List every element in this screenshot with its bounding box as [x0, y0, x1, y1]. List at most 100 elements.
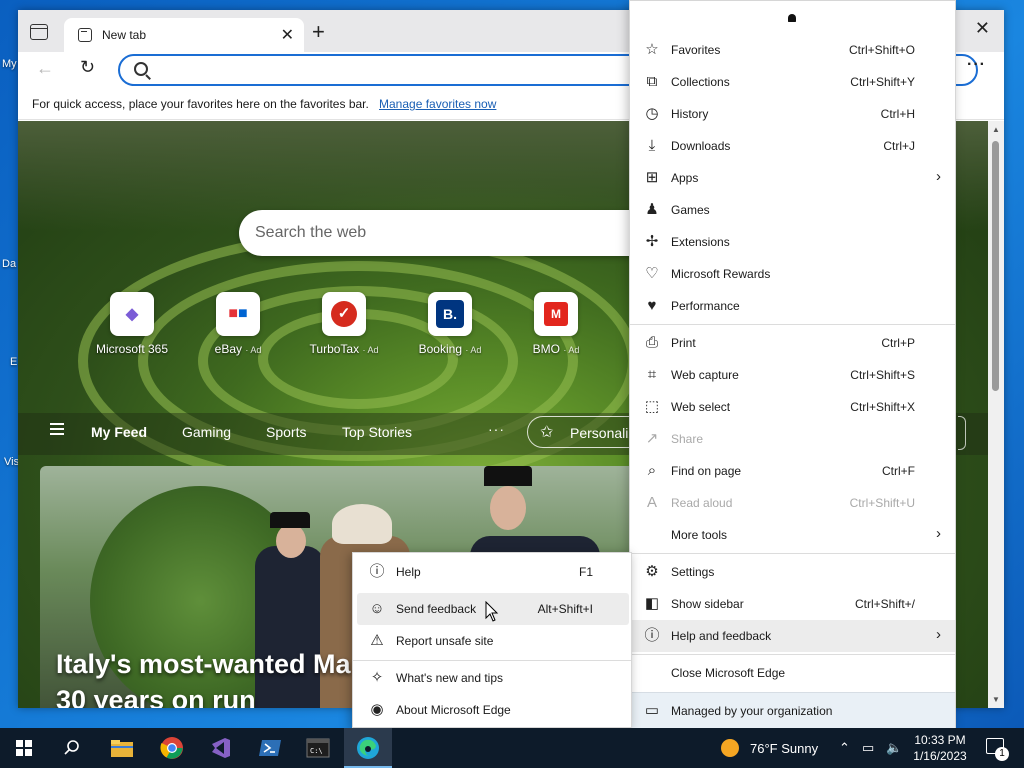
page-scrollbar[interactable]: ▲ ▼	[988, 121, 1004, 708]
volume-icon[interactable]: 🔈	[886, 740, 902, 756]
menu-item-history[interactable]: ◷ History Ctrl+H	[630, 98, 955, 130]
submenu-item-label: Report unsafe site	[396, 634, 494, 648]
back-arrow-icon[interactable]: ←	[36, 58, 54, 79]
web-search-box[interactable]: Search the web	[239, 210, 659, 256]
tab-my-feed[interactable]: My Feed	[91, 424, 147, 440]
submenu-item-label: What's new and tips	[396, 671, 504, 685]
quick-link-ebay[interactable]: ■ ■ eBay · Ad	[193, 292, 283, 356]
desktop-icon-label[interactable]: Da	[2, 258, 16, 270]
help-icon: ⓘ	[644, 627, 660, 644]
menu-item-more-tools[interactable]: More tools ›	[630, 519, 955, 551]
submenu-item-about-edge[interactable]: ◉ About Microsoft Edge	[357, 694, 629, 726]
scroll-up-arrow-icon[interactable]: ▲	[992, 125, 1000, 134]
menu-item-shortcut: Ctrl+H	[880, 107, 915, 121]
submenu-item-shortcut: F1	[578, 565, 593, 579]
menu-item-help-and-feedback[interactable]: ⓘ Help and feedback ›	[630, 620, 955, 652]
read-aloud-icon: A	[646, 494, 657, 511]
more-feed-tabs-icon[interactable]: ···	[488, 421, 505, 437]
windows-start-icon[interactable]	[16, 740, 32, 756]
menu-item-settings[interactable]: ⚙ Settings	[630, 556, 955, 588]
search-icon[interactable]	[58, 734, 86, 762]
terminal-icon[interactable]: C:\	[304, 734, 332, 762]
scroll-down-arrow-icon[interactable]: ▼	[992, 695, 1000, 704]
settings-icon: ⚙	[645, 563, 659, 580]
submenu-item-report-unsafe-site[interactable]: ⚠ Report unsafe site	[357, 625, 629, 657]
clock-date[interactable]: 1/16/2023	[908, 749, 972, 763]
menu-item-read-aloud[interactable]: A Read aloud Ctrl+Shift+U	[630, 487, 955, 519]
booking-icon: B.	[428, 292, 472, 336]
feed-control-fragment[interactable]	[958, 416, 966, 450]
help-and-feedback-submenu: ⓘ Help F1 ☺ Send feedback Alt+Shift+I ⚠ …	[352, 552, 632, 728]
file-explorer-icon[interactable]	[108, 734, 136, 762]
menu-item-label: Games	[671, 203, 710, 217]
scroll-thumb[interactable]	[992, 141, 999, 391]
menu-item-extensions[interactable]: ✢ Extensions	[630, 226, 955, 258]
news-image-figure	[490, 486, 526, 530]
menu-item-downloads[interactable]: ⤓ Downloads Ctrl+J	[630, 130, 955, 162]
menu-item-web-capture[interactable]: ⌗ Web capture Ctrl+Shift+S	[630, 359, 955, 391]
settings-and-more-menu: ☆ Favorites Ctrl+Shift+O ⧉ Collections C…	[629, 0, 956, 729]
menu-item-label: Web capture	[671, 368, 739, 382]
more-options-icon[interactable]: ···	[967, 56, 986, 74]
favorites-icon: ☆	[645, 41, 659, 58]
ad-badge: · Ad	[563, 345, 580, 355]
favorites-bar-hint: For quick access, place your favorites h…	[32, 97, 369, 111]
hamburger-menu-icon[interactable]	[50, 423, 64, 435]
desktop-icon-label[interactable]: E	[10, 356, 17, 368]
menu-item-apps[interactable]: ⊞ Apps ›	[630, 162, 955, 194]
sparkle-icon: ✩	[540, 424, 554, 441]
window-close-button[interactable]: ✕	[975, 18, 990, 39]
menu-item-close-edge[interactable]: Close Microsoft Edge	[630, 657, 955, 689]
tab-sports[interactable]: Sports	[266, 424, 306, 440]
menu-item-label: Print	[671, 336, 696, 350]
menu-item-show-sidebar[interactable]: ◧ Show sidebar Ctrl+Shift+/	[630, 588, 955, 620]
tab-new-tab[interactable]: New tab ✕	[64, 18, 304, 52]
menu-item-microsoft-rewards[interactable]: ♡ Microsoft Rewards	[630, 258, 955, 290]
extensions-icon: ✢	[645, 233, 659, 250]
menu-item-games[interactable]: ♟ Games	[630, 194, 955, 226]
quick-link-turbotax[interactable]: ✓ TurboTax · Ad	[299, 292, 389, 356]
refresh-icon[interactable]: ↻	[80, 57, 95, 78]
chevron-right-icon: ›	[936, 525, 941, 542]
menu-item-label: Help and feedback	[671, 629, 772, 643]
tab-close-icon[interactable]: ✕	[281, 25, 294, 45]
powershell-icon[interactable]	[256, 734, 284, 762]
quick-link-bmo[interactable]: M BMO · Ad	[511, 292, 601, 356]
feedback-icon: ☺	[369, 600, 385, 617]
web-search-placeholder: Search the web	[255, 224, 367, 241]
weather-text[interactable]: 76°F Sunny	[750, 741, 818, 756]
tab-actions-icon[interactable]	[30, 24, 48, 40]
clock-time[interactable]: 10:33 PM	[908, 733, 972, 747]
tray-chevron-up-icon[interactable]: ⌃	[839, 740, 850, 756]
menu-item-find-on-page[interactable]: ⌕ Find on page Ctrl+F	[630, 455, 955, 487]
menu-item-share[interactable]: ↗ Share	[630, 423, 955, 455]
menu-item-web-select[interactable]: ⬚ Web select Ctrl+Shift+X	[630, 391, 955, 423]
submenu-item-help[interactable]: ⓘ Help F1	[357, 556, 629, 588]
quick-link-microsoft-365[interactable]: ◆ Microsoft 365	[87, 292, 177, 356]
edge-icon[interactable]	[354, 734, 382, 762]
desktop-icon-label[interactable]: Vis	[4, 456, 19, 468]
tab-gaming[interactable]: Gaming	[182, 424, 231, 440]
menu-item-label: Web select	[671, 400, 731, 414]
weather-sun-icon[interactable]	[721, 739, 739, 757]
manage-favorites-link[interactable]: Manage favorites now	[379, 97, 496, 111]
chevron-right-icon: ›	[936, 168, 941, 185]
quick-link-booking[interactable]: B. Booking · Ad	[405, 292, 495, 356]
menu-item-label: Share	[671, 432, 704, 446]
menu-item-collections[interactable]: ⧉ Collections Ctrl+Shift+Y	[630, 66, 955, 98]
desktop-icon-label[interactable]: My	[2, 58, 17, 70]
mouse-cursor-icon	[485, 601, 499, 622]
managed-by-organization[interactable]: ▭ Managed by your organization	[630, 692, 955, 729]
ad-badge: · Ad	[245, 345, 262, 355]
menu-item-favorites[interactable]: ☆ Favorites Ctrl+Shift+O	[630, 34, 955, 66]
news-image-figure	[484, 466, 532, 486]
new-tab-button[interactable]: +	[312, 19, 325, 45]
menu-item-label: Collections	[671, 75, 730, 89]
visual-studio-icon[interactable]	[206, 734, 234, 762]
submenu-item-whats-new[interactable]: ✧ What's new and tips	[357, 662, 629, 694]
tab-top-stories[interactable]: Top Stories	[342, 424, 412, 440]
chrome-icon[interactable]	[158, 734, 186, 762]
menu-item-performance[interactable]: ♥ Performance	[630, 290, 955, 322]
network-icon[interactable]: ▭	[862, 740, 874, 756]
menu-item-print[interactable]: ⎙ Print Ctrl+P	[630, 327, 955, 359]
